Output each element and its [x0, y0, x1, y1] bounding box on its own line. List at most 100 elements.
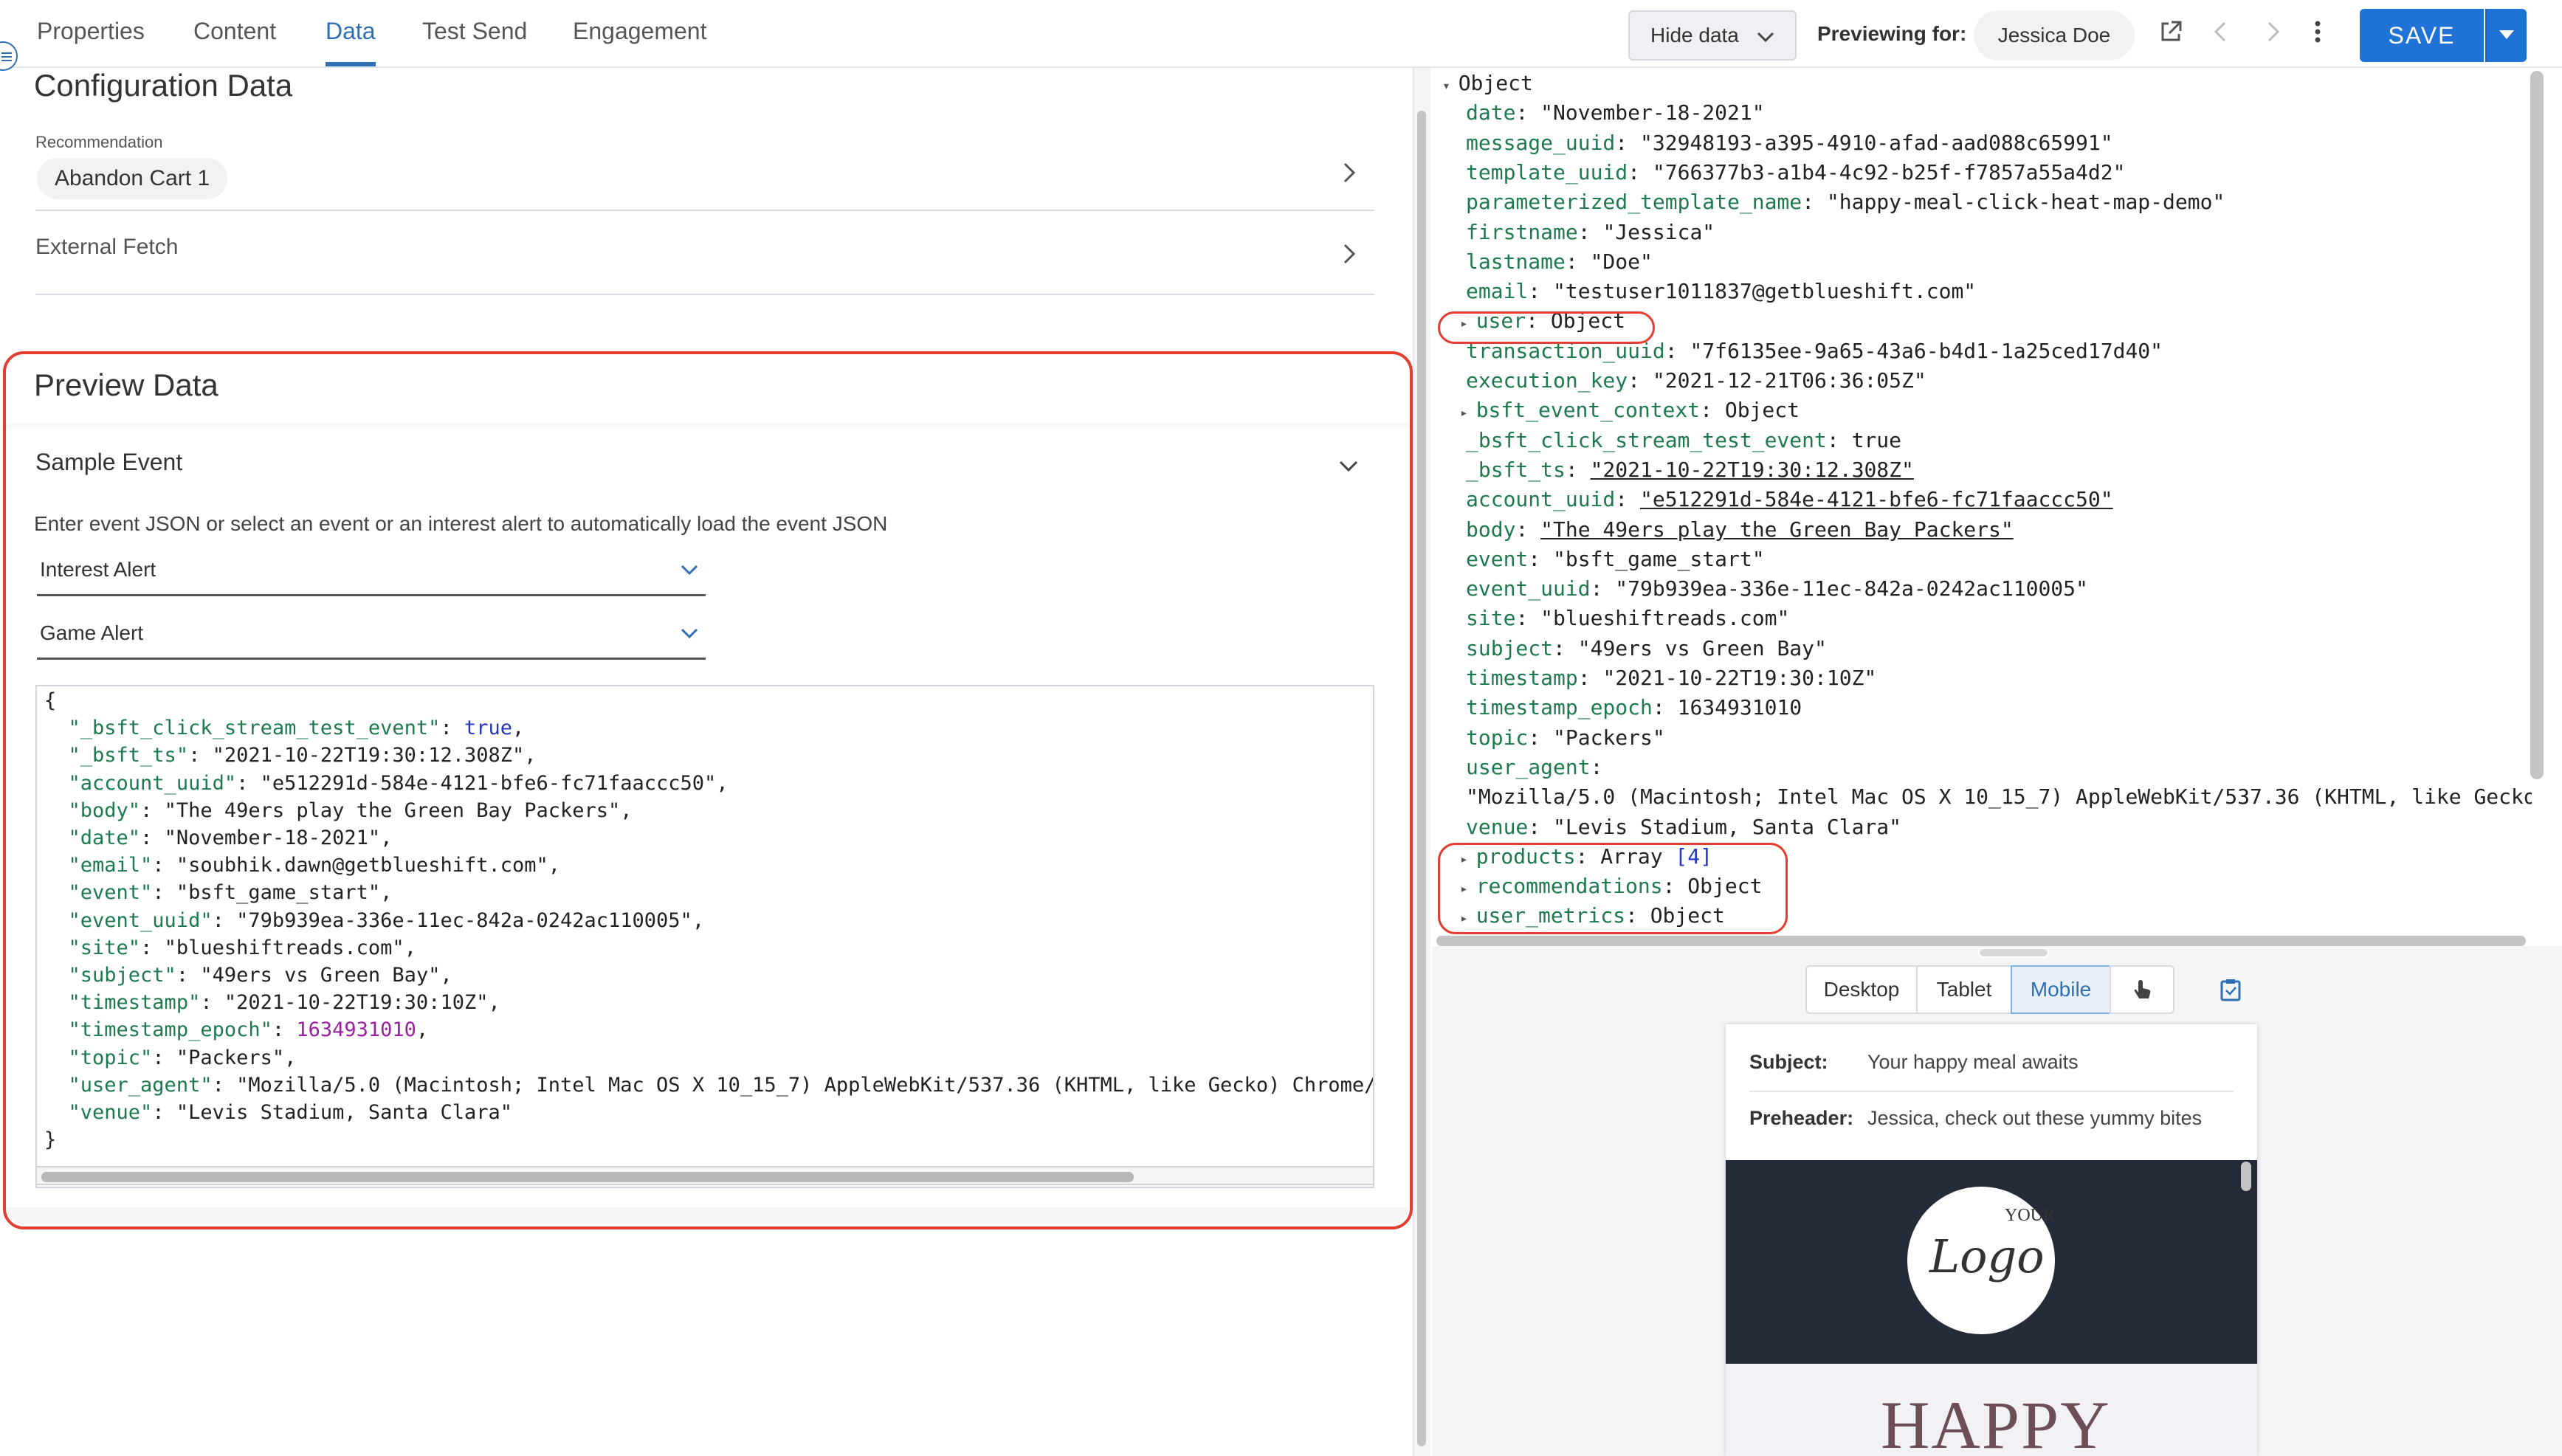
tree-horizontal-scrollbar[interactable]: [1436, 936, 2526, 946]
json-key: "_bsft_ts": [68, 744, 189, 767]
tree-row: "Mozilla/5.0 (Macintosh; Intel Mac OS X …: [1466, 784, 2532, 809]
json-key: "event_uuid": [68, 908, 213, 932]
tree-row: site: "blueshiftreads.com": [1466, 606, 1790, 631]
tree-row: _bsft_click_stream_test_event: true: [1466, 427, 1902, 452]
divider: [1749, 1091, 2234, 1092]
save-button[interactable]: SAVE: [2360, 9, 2484, 62]
json-value: true: [464, 717, 512, 740]
chevron-right-icon[interactable]: [1340, 159, 1358, 186]
json-scrollbar-thumb[interactable]: [41, 1172, 1134, 1182]
recommendation-chip[interactable]: Abandon Cart 1: [37, 158, 228, 199]
hero-heading: HAPPY: [1881, 1387, 2111, 1456]
json-value: "The 49ers play the Green Bay Packers": [164, 798, 621, 822]
tree-key: site: [1466, 606, 1516, 631]
tree-value: "Mozilla/5.0 (Macintosh; Intel Mac OS X …: [1466, 784, 2532, 810]
previewing-label: Previewing for:: [1817, 22, 1967, 45]
chevron-left-icon[interactable]: [2210, 19, 2232, 44]
json-line: "account_uuid": "e512291d-584e-4121-bfe6…: [68, 771, 729, 795]
json-line: "subject": "49ers vs Green Bay",: [68, 964, 452, 987]
tab-content[interactable]: Content: [193, 18, 276, 45]
json-line: "timestamp_epoch": 1634931010,: [68, 1018, 429, 1042]
tree-value: "79b939ea-336e-11ec-842a-0242ac110005": [1615, 576, 2088, 601]
tree-row: user_agent:: [1466, 754, 1616, 779]
tree-node[interactable]: ▸ bsft_event_context: Object: [1460, 398, 1800, 422]
tree-key: parameterized_template_name: [1466, 190, 1802, 215]
json-value: "79b939ea-336e-11ec-842a-0242ac110005": [236, 908, 692, 932]
tree-row: firstname: "Jessica": [1466, 219, 1715, 244]
tree-value: "November-18-2021": [1540, 100, 1765, 125]
left-pane-scrollbar[interactable]: [1417, 111, 1426, 1446]
tree-value: Object: [1724, 398, 1800, 423]
recommendation-value: Abandon Cart 1: [55, 166, 210, 190]
json-key: "user_agent": [68, 1073, 213, 1097]
json-line: "user_agent": "Mozilla/5.0 (Macintosh; I…: [44, 1073, 1373, 1097]
external-link-icon[interactable]: [2158, 19, 2183, 44]
tree-key: timestamp: [1466, 666, 1578, 690]
tree-vertical-scrollbar[interactable]: [2530, 71, 2544, 779]
top-bar: Properties Content Data Test Send Engage…: [0, 0, 2562, 68]
email-scrollbar[interactable]: [2241, 1162, 2251, 1191]
json-line: "date": "November-18-2021",: [68, 827, 393, 849]
tree-value: "happy-meal-click-heat-map-demo": [1826, 190, 2225, 215]
save-options-button[interactable]: [2485, 9, 2527, 62]
json-brace: {: [44, 689, 57, 712]
caret-down-icon: [2499, 30, 2514, 39]
clipboard-icon[interactable]: [2219, 977, 2242, 1002]
json-key: "date": [68, 827, 141, 849]
json-brace: }: [44, 1128, 57, 1152]
resize-handle[interactable]: [1978, 948, 2049, 958]
interest-alert-select[interactable]: Interest Alert: [37, 552, 706, 596]
game-alert-select[interactable]: Game Alert: [37, 615, 706, 660]
recommendation-label: Recommendation: [35, 133, 163, 151]
email-preheader-value: Jessica, check out these yummy bites: [1867, 1107, 2203, 1129]
json-value: 1634931010: [296, 1018, 416, 1042]
tree-row: venue: "Levis Stadium, Santa Clara": [1466, 814, 1902, 839]
tree-key: timestamp_epoch: [1466, 695, 1653, 720]
more-vertical-icon[interactable]: [2310, 19, 2325, 44]
device-tablet-button[interactable]: Tablet: [1916, 965, 2012, 1014]
external-fetch-label[interactable]: External Fetch: [35, 235, 178, 260]
chevron-down-icon[interactable]: [1337, 458, 1360, 475]
heatmap-toggle-button[interactable]: [2110, 965, 2174, 1014]
expand-triangle-icon: ▸: [1460, 405, 1476, 421]
tree-value: "Doe": [1590, 249, 1653, 274]
sample-event-label[interactable]: Sample Event: [35, 449, 182, 476]
tree-row: event_uuid: "79b939ea-336e-11ec-842a-024…: [1466, 576, 2088, 601]
tree-key: user_agent: [1466, 754, 1591, 779]
tab-data[interactable]: Data: [326, 18, 376, 45]
json-key: "email": [68, 854, 153, 877]
preview-user-name: Jessica Doe: [1997, 24, 2111, 46]
device-desktop-button[interactable]: Desktop: [1805, 965, 1918, 1014]
hide-data-button[interactable]: Hide data: [1628, 10, 1797, 61]
tree-row: topic: "Packers": [1466, 725, 1665, 750]
preview-user-selector[interactable]: Jessica Doe: [1974, 10, 2135, 61]
json-value: "November-18-2021": [164, 827, 381, 849]
divider: [35, 294, 1374, 295]
tree-key: firstname: [1466, 219, 1578, 244]
tab-engagement[interactable]: Engagement: [573, 18, 706, 45]
json-value: "blueshiftreads.com": [164, 936, 404, 959]
tab-properties[interactable]: Properties: [37, 18, 145, 45]
email-preheader-label: Preheader:: [1749, 1107, 1854, 1129]
tree-row: lastname: "Doe": [1466, 249, 1653, 274]
chevron-right-icon[interactable]: [1340, 241, 1358, 267]
tree-value: "7f6135ee-9a65-43a6-b4d1-1a25ced17d40": [1690, 338, 2163, 363]
json-key: "account_uuid": [68, 771, 237, 795]
tab-test-send[interactable]: Test Send: [422, 18, 527, 45]
json-line: "event_uuid": "79b939ea-336e-11ec-842a-0…: [68, 908, 705, 932]
tree-value: "2021-10-22T19:30:10Z": [1602, 666, 1877, 690]
tree-key: template_uuid: [1466, 159, 1628, 184]
event-json-editor[interactable]: { "_bsft_click_stream_test_event": true,…: [35, 685, 1374, 1188]
tree-row: message_uuid: "32948193-a395-4910-afad-a…: [1466, 130, 2113, 155]
tree-key: email: [1466, 279, 1529, 304]
device-mobile-button[interactable]: Mobile: [2011, 965, 2111, 1014]
active-tab-indicator: [326, 62, 376, 66]
tree-value: "Jessica": [1602, 219, 1715, 244]
tree-key: subject: [1466, 635, 1554, 660]
logo-text: Logo: [1929, 1229, 2045, 1283]
tree-key: bsft_event_context: [1475, 398, 1701, 423]
chevron-right-icon[interactable]: [2262, 19, 2284, 44]
tree-value: "Levis Stadium, Santa Clara": [1553, 814, 1902, 839]
tree-root[interactable]: ▾ Object: [1442, 71, 1533, 95]
tree-value: "blueshiftreads.com": [1540, 606, 1790, 631]
